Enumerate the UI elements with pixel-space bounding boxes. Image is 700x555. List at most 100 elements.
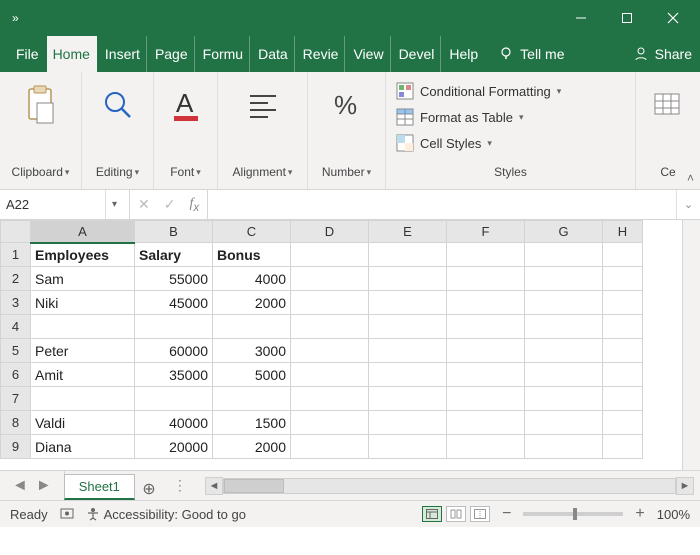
row-header[interactable]: 4 [1, 315, 31, 339]
cell[interactable] [525, 435, 603, 459]
cell[interactable] [447, 291, 525, 315]
col-header-d[interactable]: D [291, 221, 369, 243]
accessibility-indicator[interactable]: Accessibility: Good to go [86, 507, 246, 522]
cell[interactable] [603, 387, 643, 411]
scrollbar-thumb[interactable] [224, 479, 284, 493]
cell[interactable] [135, 315, 213, 339]
cell[interactable] [603, 243, 643, 267]
name-box-dropdown[interactable]: ▾ [105, 190, 123, 219]
cell[interactable] [31, 315, 135, 339]
tab-developer[interactable]: Devel [393, 36, 442, 72]
group-font[interactable]: A Font▾ [154, 72, 218, 189]
row-header[interactable]: 9 [1, 435, 31, 459]
cell[interactable] [447, 339, 525, 363]
fx-icon[interactable]: fx [189, 196, 199, 214]
tab-review[interactable]: Revie [297, 36, 346, 72]
select-all-corner[interactable] [1, 221, 31, 243]
tell-me-button[interactable]: Tell me [492, 36, 570, 72]
cell[interactable] [447, 267, 525, 291]
zoom-slider[interactable] [523, 512, 623, 516]
cell[interactable]: Salary [135, 243, 213, 267]
cell[interactable] [603, 315, 643, 339]
cell[interactable] [369, 363, 447, 387]
close-button[interactable] [650, 0, 696, 36]
cell[interactable] [291, 243, 369, 267]
group-editing[interactable]: Editing▾ [82, 72, 154, 189]
cell[interactable]: Sam [31, 267, 135, 291]
cell[interactable]: 60000 [135, 339, 213, 363]
cell[interactable] [525, 315, 603, 339]
sheet-nav-next[interactable]: ► [36, 477, 52, 495]
col-header-a[interactable]: A [31, 221, 135, 243]
cell[interactable] [525, 243, 603, 267]
col-header-f[interactable]: F [447, 221, 525, 243]
quick-access-more[interactable]: » [12, 11, 19, 25]
cell[interactable]: Niki [31, 291, 135, 315]
cell[interactable] [291, 267, 369, 291]
cell[interactable] [447, 387, 525, 411]
collapse-ribbon-button[interactable]: ˄ [687, 171, 694, 185]
cell[interactable]: Peter [31, 339, 135, 363]
row-header[interactable]: 3 [1, 291, 31, 315]
cell[interactable]: Diana [31, 435, 135, 459]
cell[interactable]: 3000 [213, 339, 291, 363]
cell[interactable] [369, 291, 447, 315]
zoom-in-button[interactable]: + [633, 505, 646, 523]
cell[interactable]: Employees [31, 243, 135, 267]
col-header-e[interactable]: E [369, 221, 447, 243]
zoom-out-button[interactable]: − [500, 505, 513, 523]
add-sheet-button[interactable]: ⊕ [135, 478, 163, 500]
tab-data[interactable]: Data [252, 36, 295, 72]
cell[interactable] [369, 267, 447, 291]
cell[interactable] [525, 387, 603, 411]
cell[interactable] [447, 363, 525, 387]
cell[interactable] [603, 291, 643, 315]
cell[interactable]: 55000 [135, 267, 213, 291]
cell-styles-button[interactable]: Cell Styles ▾ [396, 130, 625, 156]
tab-help[interactable]: Help [443, 36, 484, 72]
cell[interactable] [291, 363, 369, 387]
formula-input[interactable] [208, 190, 676, 219]
cell[interactable]: Valdi [31, 411, 135, 435]
tab-page-layout[interactable]: Page [149, 36, 195, 72]
share-button[interactable]: Share [633, 46, 692, 62]
cell[interactable] [603, 363, 643, 387]
sheet-nav-prev[interactable]: ◄ [12, 477, 28, 495]
scroll-left-button[interactable]: ◄ [205, 477, 223, 495]
group-number[interactable]: % Number▾ [308, 72, 386, 189]
view-page-break-button[interactable] [470, 506, 490, 522]
cell[interactable] [369, 411, 447, 435]
zoom-level[interactable]: 100% [657, 507, 690, 522]
cell[interactable] [291, 291, 369, 315]
cell[interactable]: 2000 [213, 291, 291, 315]
cell[interactable]: 40000 [135, 411, 213, 435]
cell[interactable] [525, 291, 603, 315]
cell[interactable] [369, 339, 447, 363]
cell[interactable]: 1500 [213, 411, 291, 435]
cell[interactable] [603, 435, 643, 459]
sheet-tab[interactable]: Sheet1 [64, 474, 135, 500]
group-clipboard[interactable]: Clipboard▾ [0, 72, 82, 189]
conditional-formatting-button[interactable]: Conditional Formatting ▾ [396, 78, 625, 104]
cell[interactable]: 5000 [213, 363, 291, 387]
cell[interactable]: Amit [31, 363, 135, 387]
scroll-right-button[interactable]: ► [676, 477, 694, 495]
col-header-h[interactable]: H [603, 221, 643, 243]
tab-formulas[interactable]: Formu [197, 36, 250, 72]
row-header[interactable]: 5 [1, 339, 31, 363]
sheet-tab-options[interactable]: ⋮ [163, 471, 199, 500]
cell[interactable]: 4000 [213, 267, 291, 291]
row-header[interactable]: 8 [1, 411, 31, 435]
tab-home[interactable]: Home [47, 36, 97, 72]
cell[interactable] [369, 387, 447, 411]
cell[interactable] [291, 339, 369, 363]
col-header-c[interactable]: C [213, 221, 291, 243]
cell[interactable] [291, 387, 369, 411]
tab-view[interactable]: View [347, 36, 390, 72]
horizontal-scrollbar[interactable] [223, 478, 676, 494]
name-box[interactable]: A22 ▾ [0, 190, 130, 219]
spreadsheet-grid[interactable]: A B C D E F G H 1 Employees Salary Bonus… [0, 220, 700, 470]
formula-bar-expand[interactable]: ⌄ [676, 190, 700, 219]
tab-file[interactable]: File [10, 36, 45, 72]
row-header[interactable]: 1 [1, 243, 31, 267]
